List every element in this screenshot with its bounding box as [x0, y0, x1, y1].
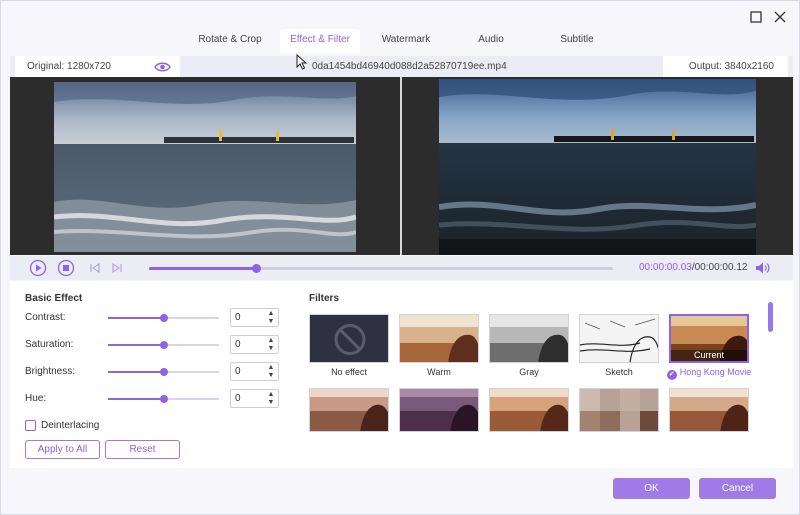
saturation-label: Saturation:: [25, 339, 74, 350]
file-name: 0da1454bd46940d088d2a52870719ee.mp4: [312, 61, 507, 72]
decrement-arrow-icon[interactable]: ▼: [266, 318, 276, 326]
next-frame-button[interactable]: [108, 259, 126, 277]
brightness-slider-fill: [108, 371, 164, 373]
filters-scrollbar[interactable]: [768, 302, 773, 332]
stop-button[interactable]: [57, 259, 75, 277]
output-preview: [439, 79, 756, 255]
brightness-value[interactable]: 0: [235, 366, 241, 377]
time-display: 00:00:00.03/00:00:00.12: [639, 262, 747, 273]
filters-grid: No effect Warm Gray Sketch Current ✔ Hon…: [309, 314, 769, 464]
decrement-arrow-icon[interactable]: ▼: [266, 399, 276, 407]
saturation-row: Saturation: 0 ▲ ▼: [25, 335, 285, 355]
contrast-stepper[interactable]: 0 ▲ ▼: [230, 308, 279, 327]
playback-bar: 00:00:00.03/00:00:00.12: [10, 256, 793, 280]
cancel-button[interactable]: Cancel: [699, 478, 776, 499]
hue-row: Hue: 0 ▲ ▼: [25, 389, 285, 409]
filter-label: Warm: [427, 367, 451, 377]
filter-thumbnail[interactable]: [579, 388, 659, 432]
tab-bar: Rotate & Crop Effect & Filter Watermark …: [1, 29, 800, 53]
current-badge: Current: [671, 350, 747, 361]
ok-button[interactable]: OK: [613, 478, 690, 499]
total-time: 00:00:00.12: [694, 262, 748, 273]
play-button[interactable]: [29, 259, 47, 277]
preview-divider: [400, 77, 402, 255]
maximize-icon[interactable]: [748, 9, 764, 25]
saturation-value[interactable]: 0: [235, 339, 241, 350]
brightness-label: Brightness:: [25, 366, 76, 377]
filter-label: Gray: [519, 367, 539, 377]
increment-arrow-icon[interactable]: ▲: [266, 310, 276, 318]
reset-button[interactable]: Reset: [105, 440, 180, 459]
saturation-stepper[interactable]: 0 ▲ ▼: [230, 335, 279, 354]
progress-handle[interactable]: [251, 264, 261, 273]
contrast-label: Contrast:: [25, 312, 66, 323]
filter-label-selected: ✔ Hong Kong Movie: [659, 367, 759, 380]
saturation-slider-handle[interactable]: [159, 341, 168, 349]
original-resolution-box: Original: 1280x720: [15, 56, 180, 77]
tab-audio[interactable]: Audio: [461, 29, 521, 53]
video-preview-area: [10, 77, 793, 255]
settings-panel: Basic Effect Contrast: 0 ▲ ▼ Saturation: …: [10, 281, 793, 468]
hue-value[interactable]: 0: [235, 393, 241, 404]
increment-arrow-icon[interactable]: ▲: [266, 364, 276, 372]
contrast-row: Contrast: 0 ▲ ▼: [25, 308, 285, 328]
filter-thumbnail[interactable]: [399, 388, 479, 432]
brightness-slider-handle[interactable]: [159, 368, 168, 376]
apply-to-all-button[interactable]: Apply to All: [25, 440, 100, 459]
decrement-arrow-icon[interactable]: ▼: [266, 372, 276, 380]
increment-arrow-icon[interactable]: ▲: [266, 391, 276, 399]
contrast-slider-fill: [108, 317, 164, 319]
tab-subtitle[interactable]: Subtitle: [546, 29, 608, 53]
increment-arrow-icon[interactable]: ▲: [266, 337, 276, 345]
basic-effect-title: Basic Effect: [25, 293, 83, 304]
hue-slider-handle[interactable]: [159, 395, 168, 403]
filter-thumbnail[interactable]: [309, 314, 389, 363]
original-resolution: Original: 1280x720: [27, 61, 111, 72]
filter-thumbnail[interactable]: [669, 388, 749, 432]
brightness-row: Brightness: 0 ▲ ▼: [25, 362, 285, 382]
filter-label: No effect: [331, 367, 367, 377]
filter-thumbnail[interactable]: [489, 388, 569, 432]
filter-thumbnail[interactable]: [309, 388, 389, 432]
progress-slider[interactable]: [149, 264, 613, 273]
brightness-stepper[interactable]: 0 ▲ ▼: [230, 362, 279, 381]
brightness-slider[interactable]: [108, 368, 219, 376]
video-info-bar: Original: 1280x720 0da1454bd46940d088d2a…: [10, 56, 793, 77]
decrement-arrow-icon[interactable]: ▼: [266, 345, 276, 353]
progress-fill: [149, 267, 256, 270]
filter-thumbnail[interactable]: [579, 314, 659, 363]
filter-thumbnail[interactable]: [399, 314, 479, 363]
mouse-cursor-icon: [296, 54, 308, 70]
hue-slider[interactable]: [108, 395, 219, 403]
filter-thumbnail[interactable]: [489, 314, 569, 363]
filter-label: Sketch: [605, 367, 633, 377]
contrast-slider[interactable]: [108, 314, 219, 322]
output-resolution: Output: 3840x2160: [662, 56, 788, 77]
previous-frame-button[interactable]: [86, 259, 104, 277]
check-circle-icon: ✔: [666, 370, 677, 380]
hue-slider-fill: [108, 398, 164, 400]
deinterlacing-label: Deinterlacing: [41, 420, 100, 431]
filters-title: Filters: [309, 293, 340, 304]
tab-watermark[interactable]: Watermark: [371, 29, 441, 53]
eye-icon[interactable]: [154, 61, 171, 73]
current-time: 00:00:00.03: [639, 262, 692, 273]
hue-stepper[interactable]: 0 ▲ ▼: [230, 389, 279, 408]
contrast-slider-handle[interactable]: [159, 314, 168, 322]
contrast-value[interactable]: 0: [235, 312, 241, 323]
original-preview: [54, 82, 356, 252]
filter-thumbnail[interactable]: Current: [669, 314, 749, 363]
effect-filter-window: Rotate & Crop Effect & Filter Watermark …: [0, 0, 800, 515]
tab-effect-filter[interactable]: Effect & Filter: [280, 29, 360, 53]
hue-label: Hue:: [25, 393, 47, 404]
saturation-slider-fill: [108, 344, 164, 346]
saturation-slider[interactable]: [108, 341, 219, 349]
tab-rotate-crop[interactable]: Rotate & Crop: [189, 29, 271, 53]
volume-icon[interactable]: [755, 261, 771, 275]
filter-label: Hong Kong Movie: [679, 367, 752, 377]
deinterlacing-checkbox[interactable]: [25, 420, 36, 431]
close-icon[interactable]: [772, 9, 788, 25]
no-effect-icon: [334, 324, 366, 355]
